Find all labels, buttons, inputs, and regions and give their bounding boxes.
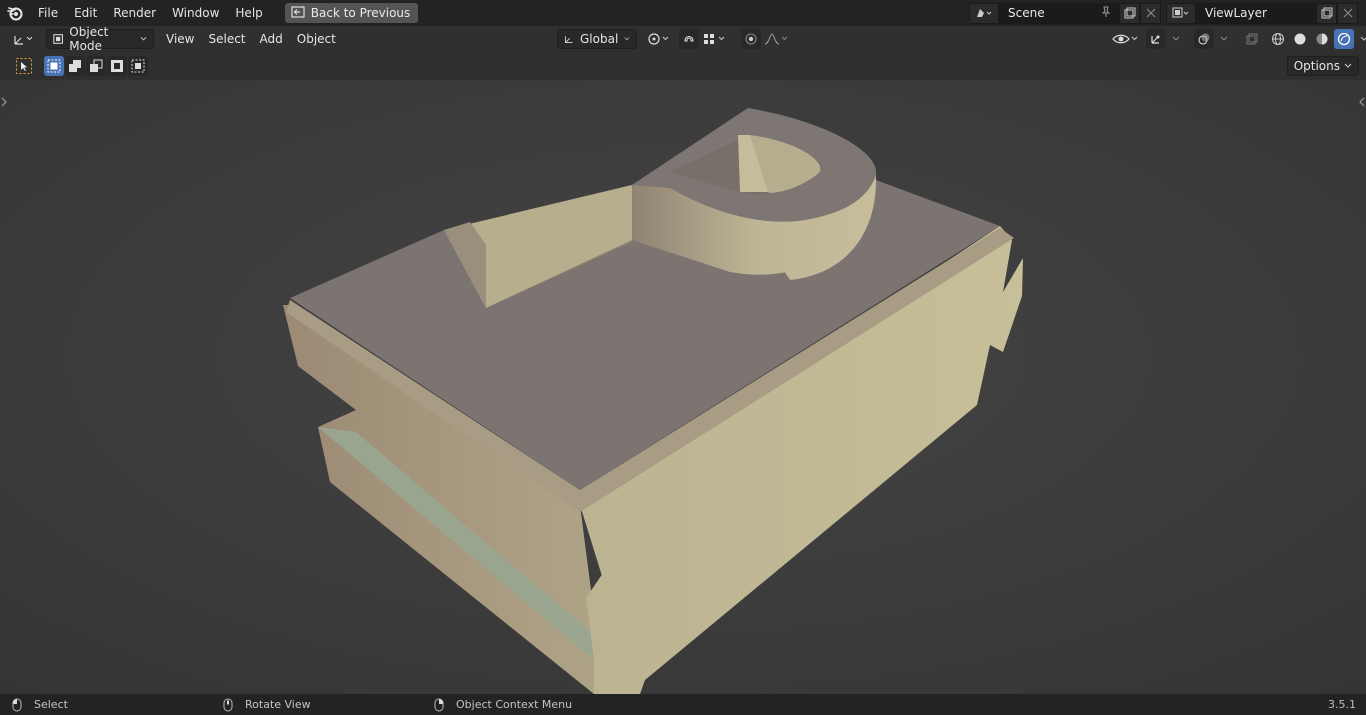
- back-icon: [291, 5, 305, 21]
- menu-edit[interactable]: Edit: [66, 2, 105, 24]
- top-menu-bar: File Edit Render Window Help Back to Pre…: [0, 0, 1366, 26]
- select-box-tool-icon[interactable]: [14, 56, 34, 76]
- chevron-down-icon: [624, 37, 630, 41]
- status-select: Select: [12, 698, 68, 712]
- pivot-point-icon[interactable]: [645, 29, 673, 49]
- status-rotate-label: Rotate View: [245, 698, 311, 711]
- menu-file[interactable]: File: [30, 2, 66, 24]
- orientation-label: Global: [580, 32, 619, 46]
- xray-toggle-icon[interactable]: [1242, 29, 1262, 49]
- global-orientation-icon: [565, 36, 573, 43]
- wireframe-shading-icon[interactable]: [1268, 29, 1288, 49]
- solid-shading-icon[interactable]: [1290, 29, 1310, 49]
- mode-label: Object Mode: [69, 25, 109, 53]
- status-select-label: Select: [34, 698, 68, 711]
- tool-settings-bar: Options: [0, 52, 1366, 80]
- selection-mode-group: [44, 56, 148, 76]
- options-label: Options: [1293, 59, 1340, 73]
- falloff-icon[interactable]: [763, 29, 791, 49]
- delete-scene-icon[interactable]: [1140, 2, 1161, 24]
- scene-name-field[interactable]: Scene: [999, 2, 1119, 24]
- mouse-left-icon: [12, 698, 22, 711]
- pivot-snap-group: [645, 29, 791, 49]
- select-invert-icon[interactable]: [107, 56, 127, 76]
- view-layer-name: ViewLayer: [1205, 6, 1267, 20]
- chevron-down-icon: [1344, 63, 1352, 68]
- menu-render[interactable]: Render: [105, 2, 164, 24]
- menu-add[interactable]: Add: [253, 29, 290, 49]
- status-bar: Select Rotate View Object Context Menu 3…: [0, 694, 1366, 715]
- status-context: Object Context Menu: [434, 698, 572, 712]
- proportional-editing-icon[interactable]: [741, 29, 761, 49]
- viewport-header: Object Mode View Select Add Object Globa…: [0, 25, 1366, 53]
- delete-view-layer-icon[interactable]: [1337, 2, 1358, 24]
- scene-name: Scene: [1008, 6, 1045, 20]
- visibility-icon[interactable]: [1110, 29, 1142, 49]
- menu-select[interactable]: Select: [201, 29, 252, 49]
- viewport-display-group: [1110, 29, 1366, 49]
- menu-object[interactable]: Object: [290, 29, 343, 49]
- toolbar-toggle-left-icon[interactable]: [1, 96, 7, 110]
- gizmo-toggle-icon[interactable]: [1146, 29, 1166, 49]
- snap-toggle-icon[interactable]: [679, 29, 699, 49]
- back-to-previous-label: Back to Previous: [310, 6, 411, 20]
- status-context-label: Object Context Menu: [456, 698, 573, 711]
- menu-window[interactable]: Window: [164, 2, 227, 24]
- sidebar-toggle-right-icon[interactable]: [1359, 96, 1365, 110]
- select-new-icon[interactable]: [44, 56, 64, 76]
- select-subtract-icon[interactable]: [86, 56, 106, 76]
- new-view-layer-icon[interactable]: [1316, 2, 1337, 24]
- view-layer-icon: [1172, 7, 1189, 18]
- gizmo-dropdown-icon[interactable]: [1168, 29, 1184, 49]
- mouse-middle-icon: [223, 698, 233, 711]
- view-layer-browse-button[interactable]: [1166, 2, 1196, 24]
- 3d-viewport[interactable]: [0, 80, 1366, 694]
- editor-type-dropdown[interactable]: [8, 29, 40, 49]
- object-mode-icon: [53, 34, 63, 44]
- transform-orientation-dropdown[interactable]: Global: [557, 29, 637, 49]
- new-scene-icon[interactable]: [1119, 2, 1140, 24]
- mode-dropdown[interactable]: Object Mode: [46, 25, 154, 53]
- blender-logo-icon[interactable]: [0, 0, 30, 26]
- back-to-previous-button[interactable]: Back to Previous: [284, 3, 419, 23]
- 3d-viewport-icon: [14, 36, 33, 45]
- snap-target-icon[interactable]: [701, 29, 729, 49]
- menu-help[interactable]: Help: [227, 2, 270, 24]
- 3d-scene[interactable]: [0, 80, 1366, 694]
- material-preview-icon[interactable]: [1312, 29, 1332, 49]
- select-extend-icon[interactable]: [65, 56, 85, 76]
- pin-icon[interactable]: [1100, 6, 1112, 21]
- view-layer-group: ViewLayer: [1166, 2, 1358, 24]
- select-intersect-icon[interactable]: [128, 56, 148, 76]
- overlays-dropdown-icon[interactable]: [1216, 29, 1232, 49]
- scene-icon: [977, 9, 992, 17]
- status-rotate: Rotate View: [223, 698, 311, 712]
- options-dropdown[interactable]: Options: [1286, 56, 1359, 76]
- scene-selector-group: Scene: [969, 2, 1161, 24]
- mouse-right-icon: [434, 698, 444, 711]
- menu-view[interactable]: View: [159, 29, 201, 49]
- scene-browse-button[interactable]: [969, 2, 999, 24]
- rendered-shading-icon[interactable]: [1334, 29, 1354, 49]
- shading-dropdown-icon[interactable]: [1356, 29, 1366, 49]
- chevron-down-icon: [140, 36, 147, 41]
- view-layer-name-field[interactable]: ViewLayer: [1196, 2, 1316, 24]
- version-label: 3.5.1: [1328, 698, 1356, 711]
- overlays-toggle-icon[interactable]: [1194, 29, 1214, 49]
